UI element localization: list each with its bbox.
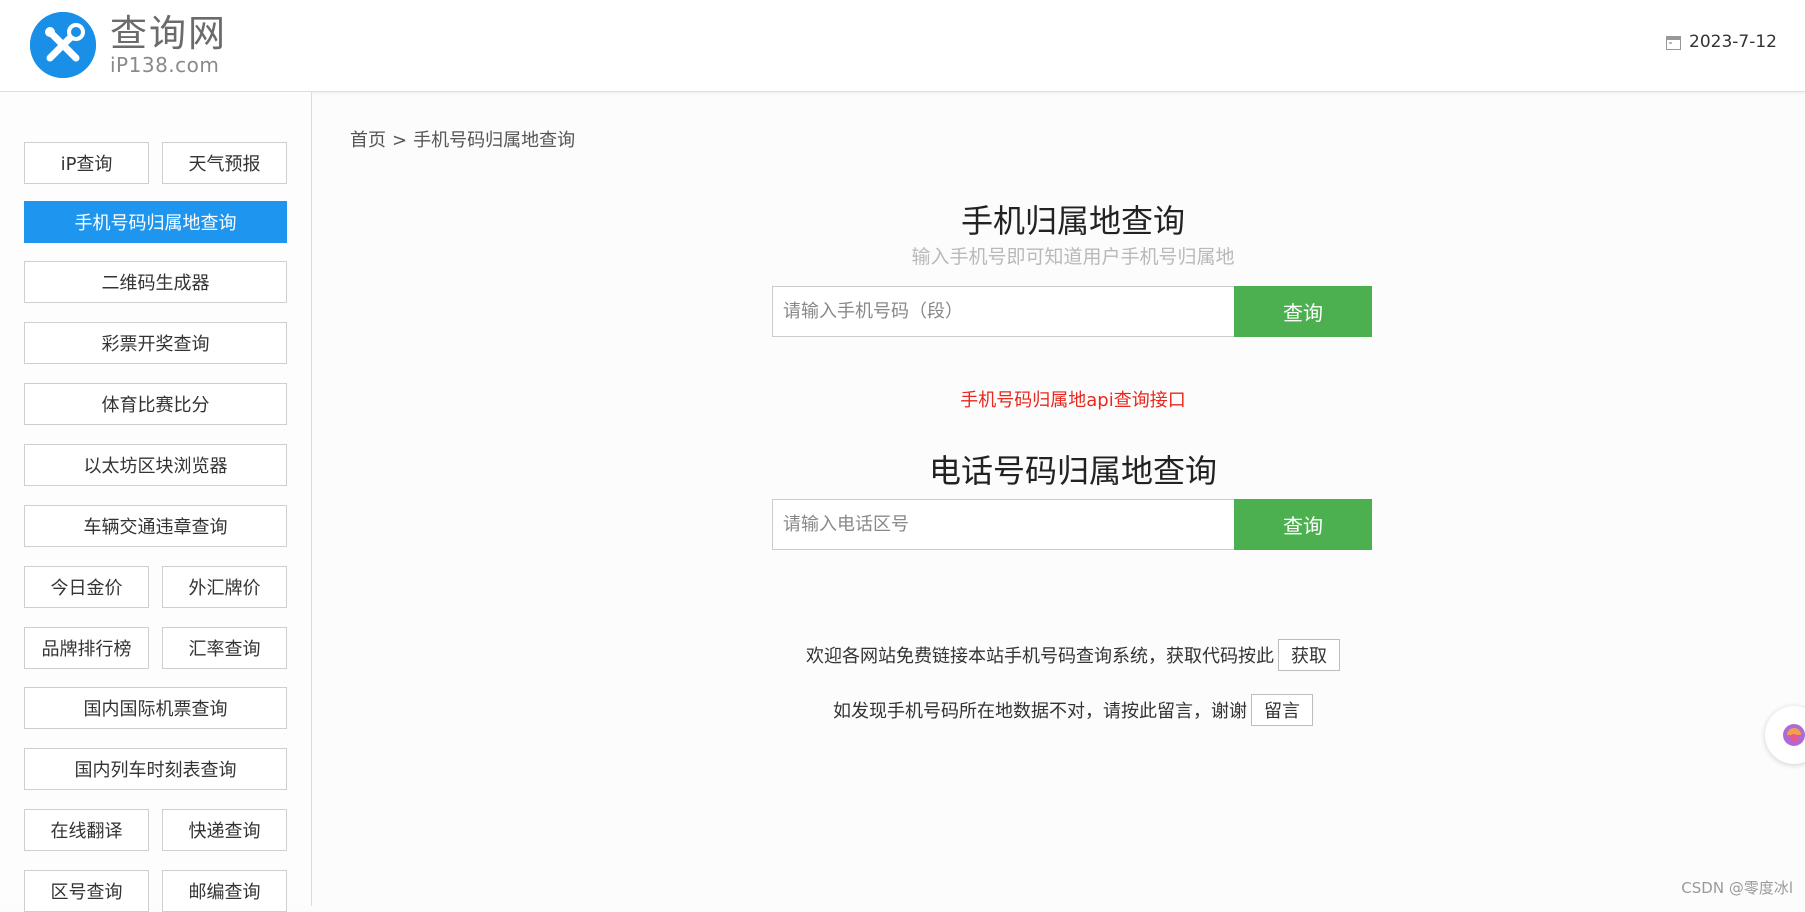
mobile-query-subtitle: 输入手机号即可知道用户手机号归属地 [911, 246, 1235, 268]
date-display: 2023-7-12 [1666, 32, 1777, 52]
sidebar-item-traffic[interactable]: 车辆交通违章查询 [24, 505, 287, 547]
phone-query-title: 电话号码归属地查询 [928, 452, 1217, 490]
link-info-line: 欢迎各网站免费链接本站手机号码查询系统，获取代码按此 获取 [312, 639, 1805, 671]
breadcrumb-home[interactable]: 首页 [350, 130, 386, 151]
area-code-input[interactable] [772, 499, 1234, 550]
sidebar-item-sports[interactable]: 体育比赛比分 [24, 383, 287, 425]
link-info-text: 欢迎各网站免费链接本站手机号码查询系统，获取代码按此 [806, 646, 1274, 667]
logo-title: 查询网 [110, 12, 227, 55]
mobile-search-button[interactable]: 查询 [1234, 286, 1372, 337]
main-content: 首页 >手机号码归属地查询 手机归属地查询 输入手机号即可知道用户手机号归属地 查… [312, 92, 1805, 906]
sidebar-item-forex[interactable]: 外汇牌价 [162, 566, 287, 608]
assistant-icon [1783, 724, 1805, 746]
site-logo[interactable]: 查询网 iP138.com [30, 12, 227, 78]
feedback-info-line: 如发现手机号码所在地数据不对，请按此留言，谢谢 留言 [312, 694, 1805, 726]
feedback-button[interactable]: 留言 [1251, 694, 1313, 726]
sidebar-item-translate[interactable]: 在线翻译 [24, 809, 149, 851]
sidebar-item-ethereum[interactable]: 以太坊区块浏览器 [24, 444, 287, 486]
site-header: 查询网 iP138.com 2023-7-12 [0, 0, 1805, 92]
sidebar-item-ip-query[interactable]: iP查询 [24, 142, 149, 184]
calendar-icon [1666, 35, 1682, 50]
sidebar-item-qrcode[interactable]: 二维码生成器 [24, 261, 287, 303]
sidebar-item-lottery[interactable]: 彩票开奖查询 [24, 322, 287, 364]
mobile-search-form: 查询 [772, 286, 1372, 337]
sidebar-item-weather[interactable]: 天气预报 [162, 142, 287, 184]
breadcrumb: 首页 > 手机号码归属地查询 [350, 126, 575, 152]
breadcrumb-separator: > [392, 130, 408, 151]
sidebar-item-gold-price[interactable]: 今日金价 [24, 566, 149, 608]
mobile-number-input[interactable] [772, 286, 1234, 337]
phone-search-button[interactable]: 查询 [1234, 499, 1372, 550]
floating-assistant-widget[interactable] [1765, 706, 1805, 764]
sidebar-nav: iP查询 天气预报 手机号码归属地查询 二维码生成器 彩票开奖查询 体育比赛比分… [0, 92, 312, 912]
sidebar-item-trains[interactable]: 国内列车时刻表查询 [24, 748, 287, 790]
sidebar-item-exchange-rate[interactable]: 汇率查询 [162, 627, 287, 669]
get-code-button[interactable]: 获取 [1278, 639, 1340, 671]
logo-subtitle: iP138.com [110, 53, 220, 77]
mobile-query-title: 手机归属地查询 [960, 202, 1185, 240]
csdn-watermark: CSDN @零度冰l [1681, 879, 1793, 897]
breadcrumb-current: 手机号码归属地查询 [413, 130, 576, 151]
sidebar-item-express[interactable]: 快递查询 [162, 809, 287, 851]
sidebar-item-mobile-location[interactable]: 手机号码归属地查询 [24, 201, 287, 243]
api-interface-link[interactable]: 手机号码归属地api查询接口 [312, 386, 1805, 412]
phone-search-form: 查询 [772, 499, 1372, 550]
feedback-info-text: 如发现手机号码所在地数据不对，请按此留言，谢谢 [833, 701, 1247, 722]
sidebar-item-brand-rank[interactable]: 品牌排行榜 [24, 627, 149, 669]
current-date: 2023-7-12 [1689, 32, 1777, 52]
tools-icon [30, 12, 96, 78]
sidebar-item-flights[interactable]: 国内国际机票查询 [24, 687, 287, 729]
